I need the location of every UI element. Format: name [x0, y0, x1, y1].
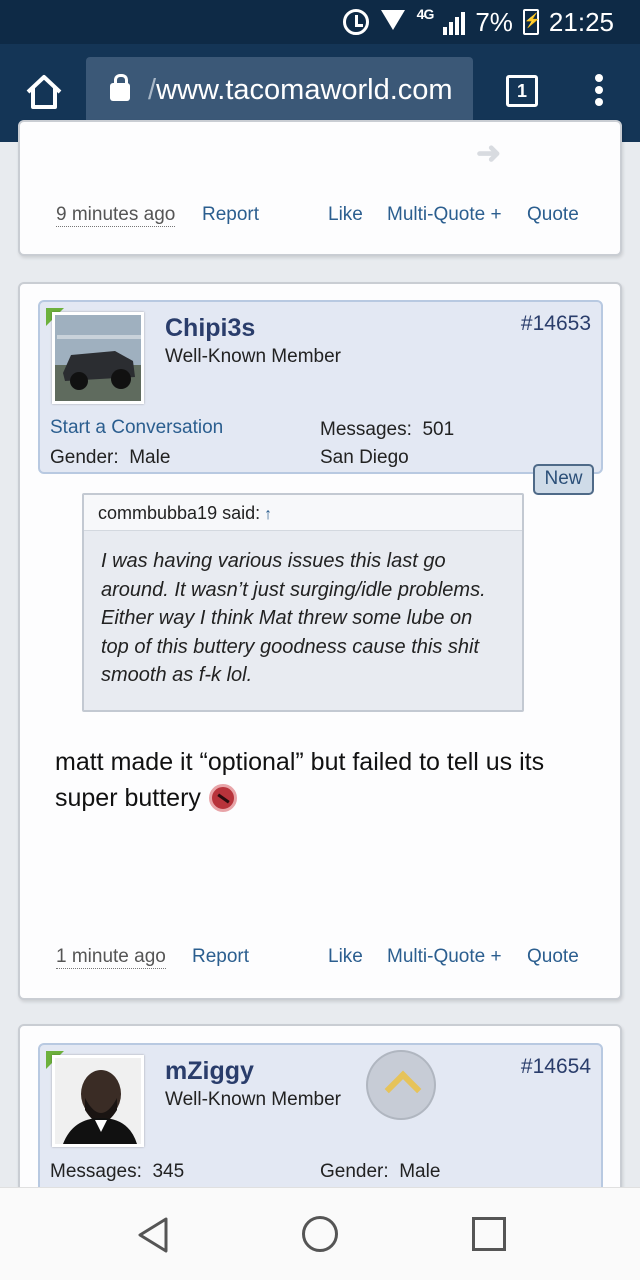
quote-text: I was having various issues this last go… [101, 550, 486, 686]
scroll-to-top-button[interactable] [366, 1050, 436, 1120]
quote-link[interactable]: Quote [527, 204, 579, 226]
multiquote-link[interactable]: Multi-Quote + [387, 946, 502, 968]
post-number[interactable]: #14654 [521, 1055, 591, 1079]
user-title: Well-Known Member [165, 1089, 341, 1110]
prev-arrow-icon: ➜ [476, 137, 502, 170]
gender-stat: Gender: Male [320, 1161, 441, 1182]
quote-link[interactable]: Quote [527, 946, 579, 968]
address-bar[interactable]: /www.tacomaworld.com [86, 57, 473, 127]
signal-icon [443, 9, 466, 35]
avatar[interactable] [52, 312, 144, 404]
new-badge: New [533, 464, 594, 495]
quote-author: commbubba19 said: [98, 503, 261, 523]
gender-stat: Gender: Male [50, 447, 171, 468]
battery-percent: 7% [475, 6, 513, 37]
user-info-box: Chipi3s Well-Known Member #14653 Start a… [38, 300, 603, 474]
post-footer: 9 minutes ago Report Like Multi-Quote + … [56, 204, 620, 232]
start-conversation-link[interactable]: Start a Conversation [50, 417, 223, 439]
quote-source-arrow-icon[interactable]: ↑ [264, 506, 272, 523]
home-icon[interactable] [22, 70, 66, 114]
tab-switcher-button[interactable]: 1 [506, 75, 538, 107]
url-text: /www.tacomaworld.com [148, 74, 453, 106]
messages-stat: Messages: 345 [50, 1161, 185, 1182]
quote-block: commbubba19 said: ↑ I was having various … [82, 493, 524, 712]
like-link[interactable]: Like [328, 946, 363, 968]
report-link[interactable]: Report [202, 204, 259, 226]
post-number[interactable]: #14653 [521, 312, 591, 336]
overflow-menu-icon[interactable] [590, 74, 608, 110]
recent-apps-icon[interactable] [472, 1217, 506, 1251]
battery-charging-icon [522, 9, 541, 35]
clock: 21:25 [548, 6, 614, 37]
home-nav-icon[interactable] [302, 1216, 338, 1252]
location: San Diego [320, 447, 409, 468]
multiquote-link[interactable]: Multi-Quote + [387, 204, 502, 226]
username[interactable]: Chipi3s [165, 314, 255, 343]
status-bar: 4G 7% 21:25 [0, 0, 640, 44]
wifi-icon [379, 10, 407, 34]
lock-icon [110, 74, 130, 101]
avatar[interactable] [52, 1055, 144, 1147]
post-card-previous: ➜ 9 minutes ago Report Like Multi-Quote … [18, 120, 622, 256]
report-link[interactable]: Report [192, 946, 249, 968]
username[interactable]: mZiggy [165, 1057, 254, 1086]
post-footer: 1 minute ago Report Like Multi-Quote + Q… [56, 946, 620, 974]
post-time[interactable]: 9 minutes ago [56, 204, 176, 227]
user-title: Well-Known Member [165, 346, 341, 367]
post-message: matt made it “optional” but failed to te… [55, 748, 545, 812]
messages-stat: Messages: 501 [320, 419, 455, 440]
emoji-icon [208, 784, 237, 812]
system-navigation-bar [0, 1187, 640, 1280]
back-icon[interactable] [136, 1216, 170, 1259]
like-link[interactable]: Like [328, 204, 363, 226]
alarm-icon [342, 9, 369, 35]
network-type: 4G [416, 6, 435, 22]
quote-header: commbubba19 said: ↑ [84, 495, 522, 531]
post-time[interactable]: 1 minute ago [56, 946, 166, 969]
